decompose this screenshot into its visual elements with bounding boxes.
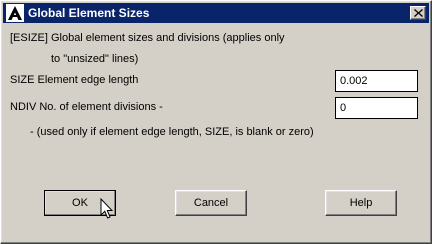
usage-note: - (used only if element edge length, SIZ… [30,126,314,138]
cancel-button[interactable]: Cancel [175,190,247,216]
global-element-sizes-dialog: Global Element Sizes [ESIZE] Global elem… [0,0,432,244]
ndiv-label: NDIV No. of element divisions - [10,101,163,113]
size-label: SIZE Element edge length [10,74,139,86]
close-icon [414,9,423,17]
ansys-logo-icon [6,4,24,22]
mouse-pointer-icon [100,198,113,219]
window-title: Global Element Sizes [28,6,150,20]
title-bar[interactable]: Global Element Sizes [3,3,429,23]
ndiv-input[interactable] [335,97,418,119]
size-input[interactable] [335,70,418,92]
help-button[interactable]: Help [325,190,397,216]
command-description: [ESIZE] Global element sizes and divisio… [10,32,285,44]
close-button[interactable] [410,6,426,20]
command-description-cont: to "unsized" lines) [51,53,139,65]
